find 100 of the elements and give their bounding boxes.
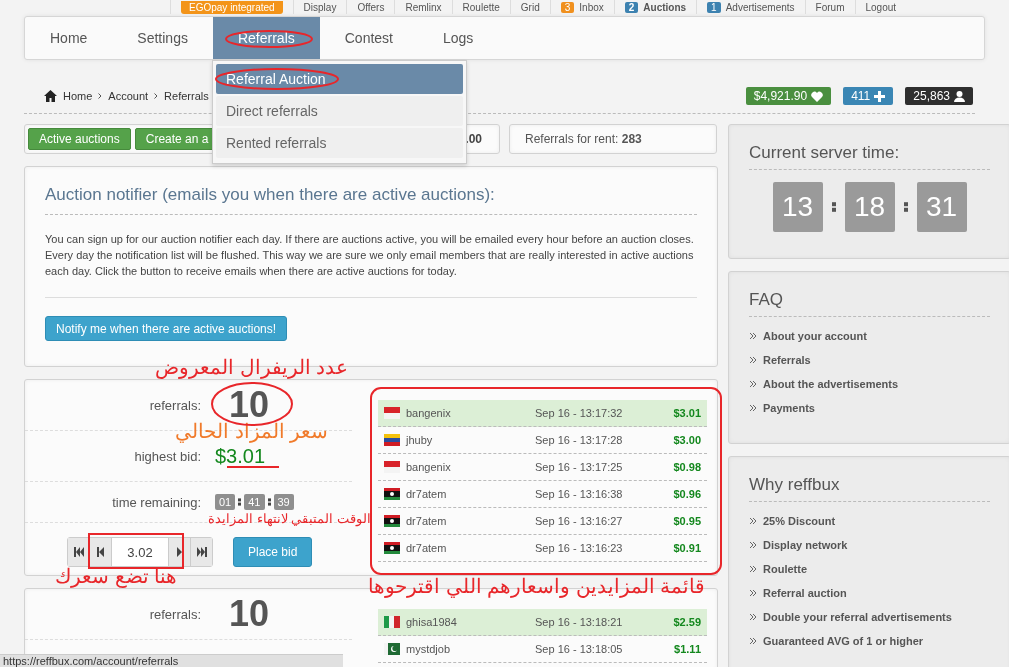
- user-icon: [954, 90, 965, 102]
- bid-time: Sep 16 - 13:16:27: [535, 515, 624, 527]
- underline-mark: [226, 465, 280, 469]
- feature-link[interactable]: Referral auction: [763, 586, 847, 600]
- bidder-name: dr7atem: [406, 515, 448, 527]
- bid-time: Sep 16 - 13:16:23: [535, 542, 624, 554]
- chevron-icon: [749, 565, 757, 573]
- feature-link[interactable]: Display network: [763, 538, 848, 552]
- annotation-text: عدد الريفرال المعروض: [155, 357, 349, 377]
- status-bar-url: https://reffbux.com/account/referrals: [0, 654, 343, 667]
- feature-link[interactable]: Guaranteed AVG of 1 or higher: [763, 634, 924, 648]
- breadcrumb-link[interactable]: Home: [63, 90, 93, 102]
- top-menu-item[interactable]: 2 Auctions: [613, 0, 697, 14]
- breadcrumb-link[interactable]: Account: [108, 90, 149, 102]
- first-icon: [72, 546, 85, 558]
- bid-stepper[interactable]: 3.02: [67, 537, 213, 567]
- chevron-icon: [749, 380, 757, 388]
- top-menu-item[interactable]: 1 Advertisements: [696, 0, 805, 14]
- bid-amount: $2.59: [672, 616, 701, 628]
- time-digits: 39: [273, 494, 294, 510]
- top-menu-item[interactable]: Display: [292, 0, 347, 14]
- flag-icon: [384, 488, 400, 500]
- nav-tab[interactable]: Logs: [418, 17, 499, 59]
- count-badge: 2: [624, 1, 639, 13]
- highest-bid: $3.01: [215, 446, 266, 466]
- nav-tab[interactable]: Settings: [112, 17, 213, 59]
- bidder-name: dr7atem: [406, 488, 448, 500]
- nav-tab[interactable]: Referrals: [212, 17, 320, 59]
- flag-icon: [384, 616, 400, 628]
- next-button[interactable]: [168, 538, 190, 566]
- faq-link[interactable]: About your account: [763, 329, 867, 343]
- chevron-icon: [749, 517, 757, 525]
- chevron-icon: [749, 613, 757, 621]
- top-menu-item[interactable]: Grid: [509, 0, 550, 14]
- bid-amount-field[interactable]: 3.02: [112, 538, 168, 566]
- chevron-icon: [749, 637, 757, 645]
- chevron-icon: [749, 356, 757, 364]
- flag-icon: [384, 515, 400, 527]
- feature-link[interactable]: Double your referral advertisements: [763, 610, 952, 624]
- bid-time: Sep 16 - 13:17:28: [535, 434, 624, 446]
- bid-amount: $0.91: [672, 542, 701, 554]
- colon-icon: [831, 199, 836, 215]
- bid-time: Sep 16 - 13:18:21: [535, 616, 624, 628]
- separator-icon: [154, 93, 159, 99]
- breadcrumb-link[interactable]: Referrals: [164, 90, 209, 102]
- bid-time: Sep 16 - 13:17:32: [535, 407, 624, 419]
- faq-link[interactable]: Referrals: [763, 353, 811, 367]
- colon-icon: [238, 496, 242, 508]
- feature-link[interactable]: 25% Discount: [763, 514, 836, 528]
- last-icon: [195, 546, 208, 558]
- top-menu-item[interactable]: Logout: [854, 0, 907, 14]
- bid-amount: $0.96: [672, 488, 701, 500]
- referrals-count: 10: [229, 596, 270, 632]
- feature-link[interactable]: Roulette: [763, 562, 807, 576]
- nav-tab[interactable]: Home: [25, 17, 113, 59]
- bid-amount: $1.11: [673, 643, 701, 655]
- colon-icon: [903, 199, 908, 215]
- panel-title: FAQ: [749, 290, 990, 317]
- faq-link[interactable]: About the advertisements: [763, 377, 899, 391]
- time-digits: 01: [215, 494, 236, 510]
- time-digits: 41: [244, 494, 265, 510]
- last-button[interactable]: [190, 538, 212, 566]
- top-menu-item[interactable]: Offers: [346, 0, 395, 14]
- rent-info: Referrals for rent: 283: [509, 124, 717, 154]
- panel-title: Current server time:: [749, 143, 990, 170]
- bidder-name: bangenix: [406, 461, 452, 473]
- highest-bid-label: highest bid:: [133, 448, 202, 464]
- count-badge: 3: [560, 1, 575, 13]
- plus-icon: [874, 90, 886, 102]
- panel-title: Auction notifier (emails you when there are active auctions):: [45, 185, 697, 215]
- flag-icon: [384, 461, 400, 473]
- top-menu-item[interactable]: Forum: [804, 0, 855, 14]
- top-menu-item[interactable]: Remlinx: [394, 0, 452, 14]
- flag-icon: [384, 434, 400, 446]
- chevron-icon: [749, 404, 757, 412]
- clock-digits: 18: [844, 182, 895, 232]
- panel-title: Why reffbux: [749, 475, 990, 502]
- stat-badge: 25,863: [905, 87, 973, 105]
- first-button[interactable]: [68, 538, 90, 566]
- time-remaining-label: time remaining:: [111, 494, 202, 510]
- dropdown-item[interactable]: Referral Auction: [216, 64, 463, 94]
- nav-tab[interactable]: Contest: [319, 17, 418, 59]
- previous-button[interactable]: [90, 538, 112, 566]
- bid-time: Sep 16 - 13:17:25: [535, 461, 624, 473]
- chevron-icon: [749, 589, 757, 597]
- bidder-name: mystdjob: [406, 643, 452, 655]
- top-menu-item[interactable]: Roulette: [451, 0, 510, 14]
- flag-icon: [384, 542, 400, 554]
- bid-time: Sep 16 - 13:18:05: [535, 643, 624, 655]
- dropdown-item[interactable]: Direct referrals: [216, 96, 463, 126]
- home-icon: [44, 90, 57, 102]
- chevron-icon: [749, 332, 757, 340]
- flag-icon: [384, 407, 400, 419]
- dropdown-item[interactable]: Rented referrals: [216, 128, 463, 158]
- stat-badge: $4,921.90: [745, 87, 832, 105]
- bid-amount: $3.00: [672, 434, 701, 446]
- faq-link[interactable]: Payments: [763, 401, 815, 415]
- annotation-text: سعر المزاد الحالي: [175, 421, 329, 441]
- annotation-text: قائمة المزايدين واسعارهم اللي اقترحوها: [368, 576, 706, 596]
- top-menu-item[interactable]: 3 Inbox: [549, 0, 614, 14]
